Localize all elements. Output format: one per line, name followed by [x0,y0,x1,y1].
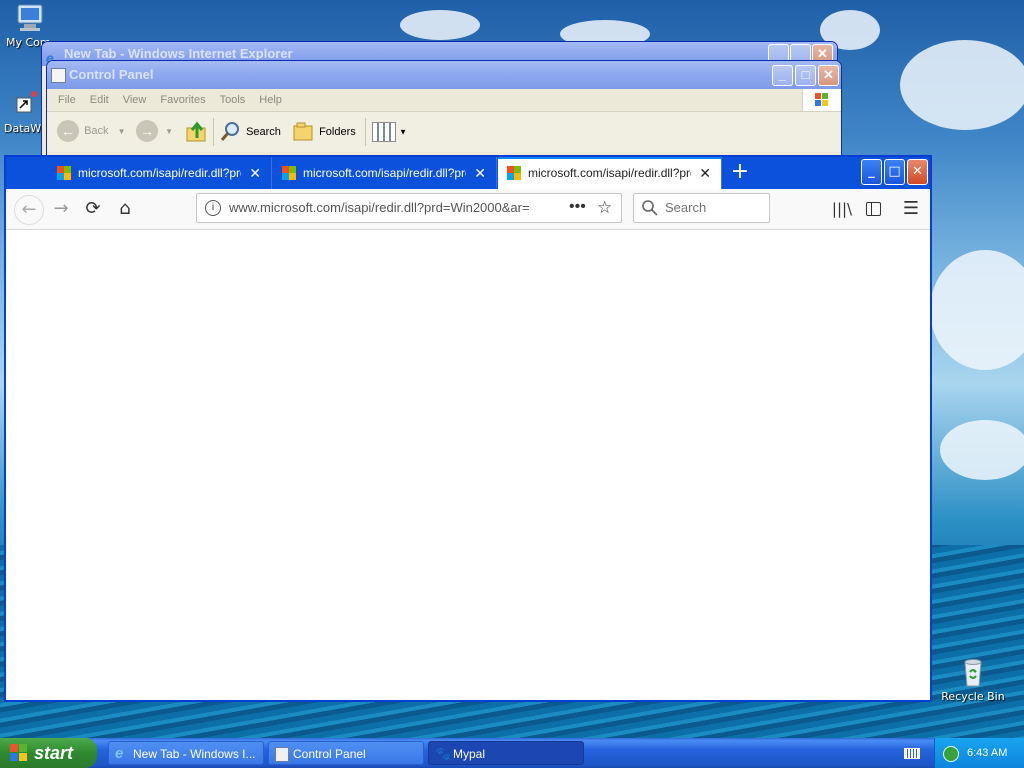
back-button[interactable]: ← [14,195,44,225]
page-content [6,230,930,700]
folders-button[interactable]: Folders [292,120,356,144]
dropdown-arrow-icon: ▼ [165,126,173,136]
back-arrow-icon: ← [57,120,79,142]
microsoft-favicon-icon [507,166,521,180]
start-button[interactable]: start [0,738,97,768]
menu-view[interactable]: View [116,89,154,111]
up-folder-button[interactable] [185,120,209,147]
menu-help[interactable]: Help [252,89,289,111]
url-bar[interactable]: i www.microsoft.com/isapi/redir.dll?prd=… [196,193,622,223]
search-icon [220,122,239,141]
control-panel-toolbar: ← Back ▼ → ▼ Search Folders ▼ [47,112,841,152]
menu-edit[interactable]: Edit [83,89,116,111]
page-actions-icon[interactable]: ••• [569,194,586,220]
info-icon[interactable]: i [205,200,221,216]
ie-window-title: New Tab - Windows Internet Explorer [64,46,293,61]
control-panel-window[interactable]: Control Panel _ □ ✕ File Edit View Favorite… [46,60,842,160]
home-button[interactable]: ⌂ [111,195,139,223]
clock: 6:43 AM [967,747,1008,759]
recycle-bin-icon [957,656,989,688]
control-panel-icon [51,68,66,83]
control-panel-title-bar[interactable]: Control Panel _ □ ✕ [47,61,841,89]
bookmark-star-icon[interactable]: ☆ [597,194,612,222]
folders-label: Folders [319,126,356,138]
forward-arrow-icon: → [136,120,158,142]
maximize-button[interactable]: □ [795,65,816,86]
desktop-icon-label: Recycle Bin [941,690,1005,703]
tab-title: microsoft.com/isapi/redir.dll?prd=Win200… [303,166,466,180]
ie-icon: e [115,745,124,762]
dropdown-arrow-icon: ▼ [117,126,126,136]
browser-tab-3-active[interactable]: microsoft.com/isapi/redir.dll?prd=Win200… [498,157,722,189]
tab-close-icon[interactable]: ✕ [249,157,261,189]
taskbar-item-mypal[interactable]: 🐾 Mypal [428,741,584,765]
folders-icon [293,122,313,141]
taskbar-item-label: Mypal [453,747,486,761]
browser-tab-1[interactable]: microsoft.com/isapi/redir.dll?prd=Win200… [48,157,272,189]
windows-flag-icon [10,744,27,761]
windows-logo-icon [802,89,841,111]
menu-tools[interactable]: Tools [213,89,253,111]
views-button[interactable]: ▼ [372,122,407,142]
menu-file[interactable]: File [51,89,83,111]
sidebar-button[interactable] [859,195,887,223]
taskbar-item-ie[interactable]: e New Tab - Windows I... [108,741,264,765]
minimize-button[interactable]: _ [861,159,882,185]
tab-strip: microsoft.com/isapi/redir.dll?prd=Win200… [6,157,930,189]
forward-button[interactable]: → [47,195,75,223]
maximize-button[interactable]: □ [884,159,905,185]
up-folder-icon [186,121,206,142]
search-placeholder: Search [665,200,707,215]
navigation-toolbar: ← → ⟳ ⌂ i www.microsoft.com/isapi/redir.… [6,189,930,230]
reload-button[interactable]: ⟳ [79,195,107,223]
microsoft-favicon-icon [282,166,296,180]
taskbar-item-control-panel[interactable]: Control Panel [268,741,424,765]
tab-close-icon[interactable]: ✕ [699,159,711,187]
mypal-icon: 🐾 [435,746,452,761]
menu-button[interactable]: ☰ [897,195,925,223]
taskbar-item-label: Control Panel [293,747,366,761]
minimize-button[interactable]: _ [772,65,793,86]
browser-tab-2[interactable]: microsoft.com/isapi/redir.dll?prd=Win200… [273,157,497,189]
url-text: www.microsoft.com/isapi/redir.dll?prd=Wi… [229,200,530,215]
close-button[interactable]: ✕ [818,65,839,86]
tab-close-icon[interactable]: ✕ [474,157,486,189]
my-computer-icon [14,2,46,34]
control-panel-window-title: Control Panel [69,67,154,82]
sidebar-icon [865,202,881,216]
search-box[interactable]: Search [633,193,770,223]
dropdown-arrow-icon: ▼ [399,127,407,137]
start-label: start [34,743,74,763]
search-icon [642,200,658,216]
close-button[interactable]: ✕ [907,159,928,185]
search-button[interactable]: Search [219,120,281,144]
network-icon[interactable] [943,746,959,762]
new-tab-button[interactable]: + [728,157,752,189]
system-tray: 6:43 AM [934,738,1024,768]
back-button[interactable]: ← Back ▼ [57,120,126,144]
mypal-browser-window[interactable]: microsoft.com/isapi/redir.dll?prd=Win200… [4,155,932,702]
menu-favorites[interactable]: Favorites [153,89,212,111]
back-label: Back [84,125,109,137]
forward-button[interactable]: → ▼ [136,120,173,142]
desktop-icon-recycle-bin[interactable]: Recycle Bin [936,656,1010,703]
views-grid-icon [372,122,396,142]
taskbar-item-label: New Tab - Windows I... [133,747,256,761]
shortcut-icon [9,88,41,120]
control-panel-menu-bar: File Edit View Favorites Tools Help [47,89,841,112]
keyboard-icon[interactable] [904,748,920,759]
microsoft-favicon-icon [57,166,71,180]
tab-title: microsoft.com/isapi/redir.dll?prd=Win200… [528,166,691,180]
search-label: Search [246,126,281,138]
taskbar: start e New Tab - Windows I... Control P… [0,738,1024,768]
control-panel-icon [275,747,289,762]
tab-title: microsoft.com/isapi/redir.dll?prd=Win200… [78,166,241,180]
library-button[interactable]: |||\ [828,195,856,223]
